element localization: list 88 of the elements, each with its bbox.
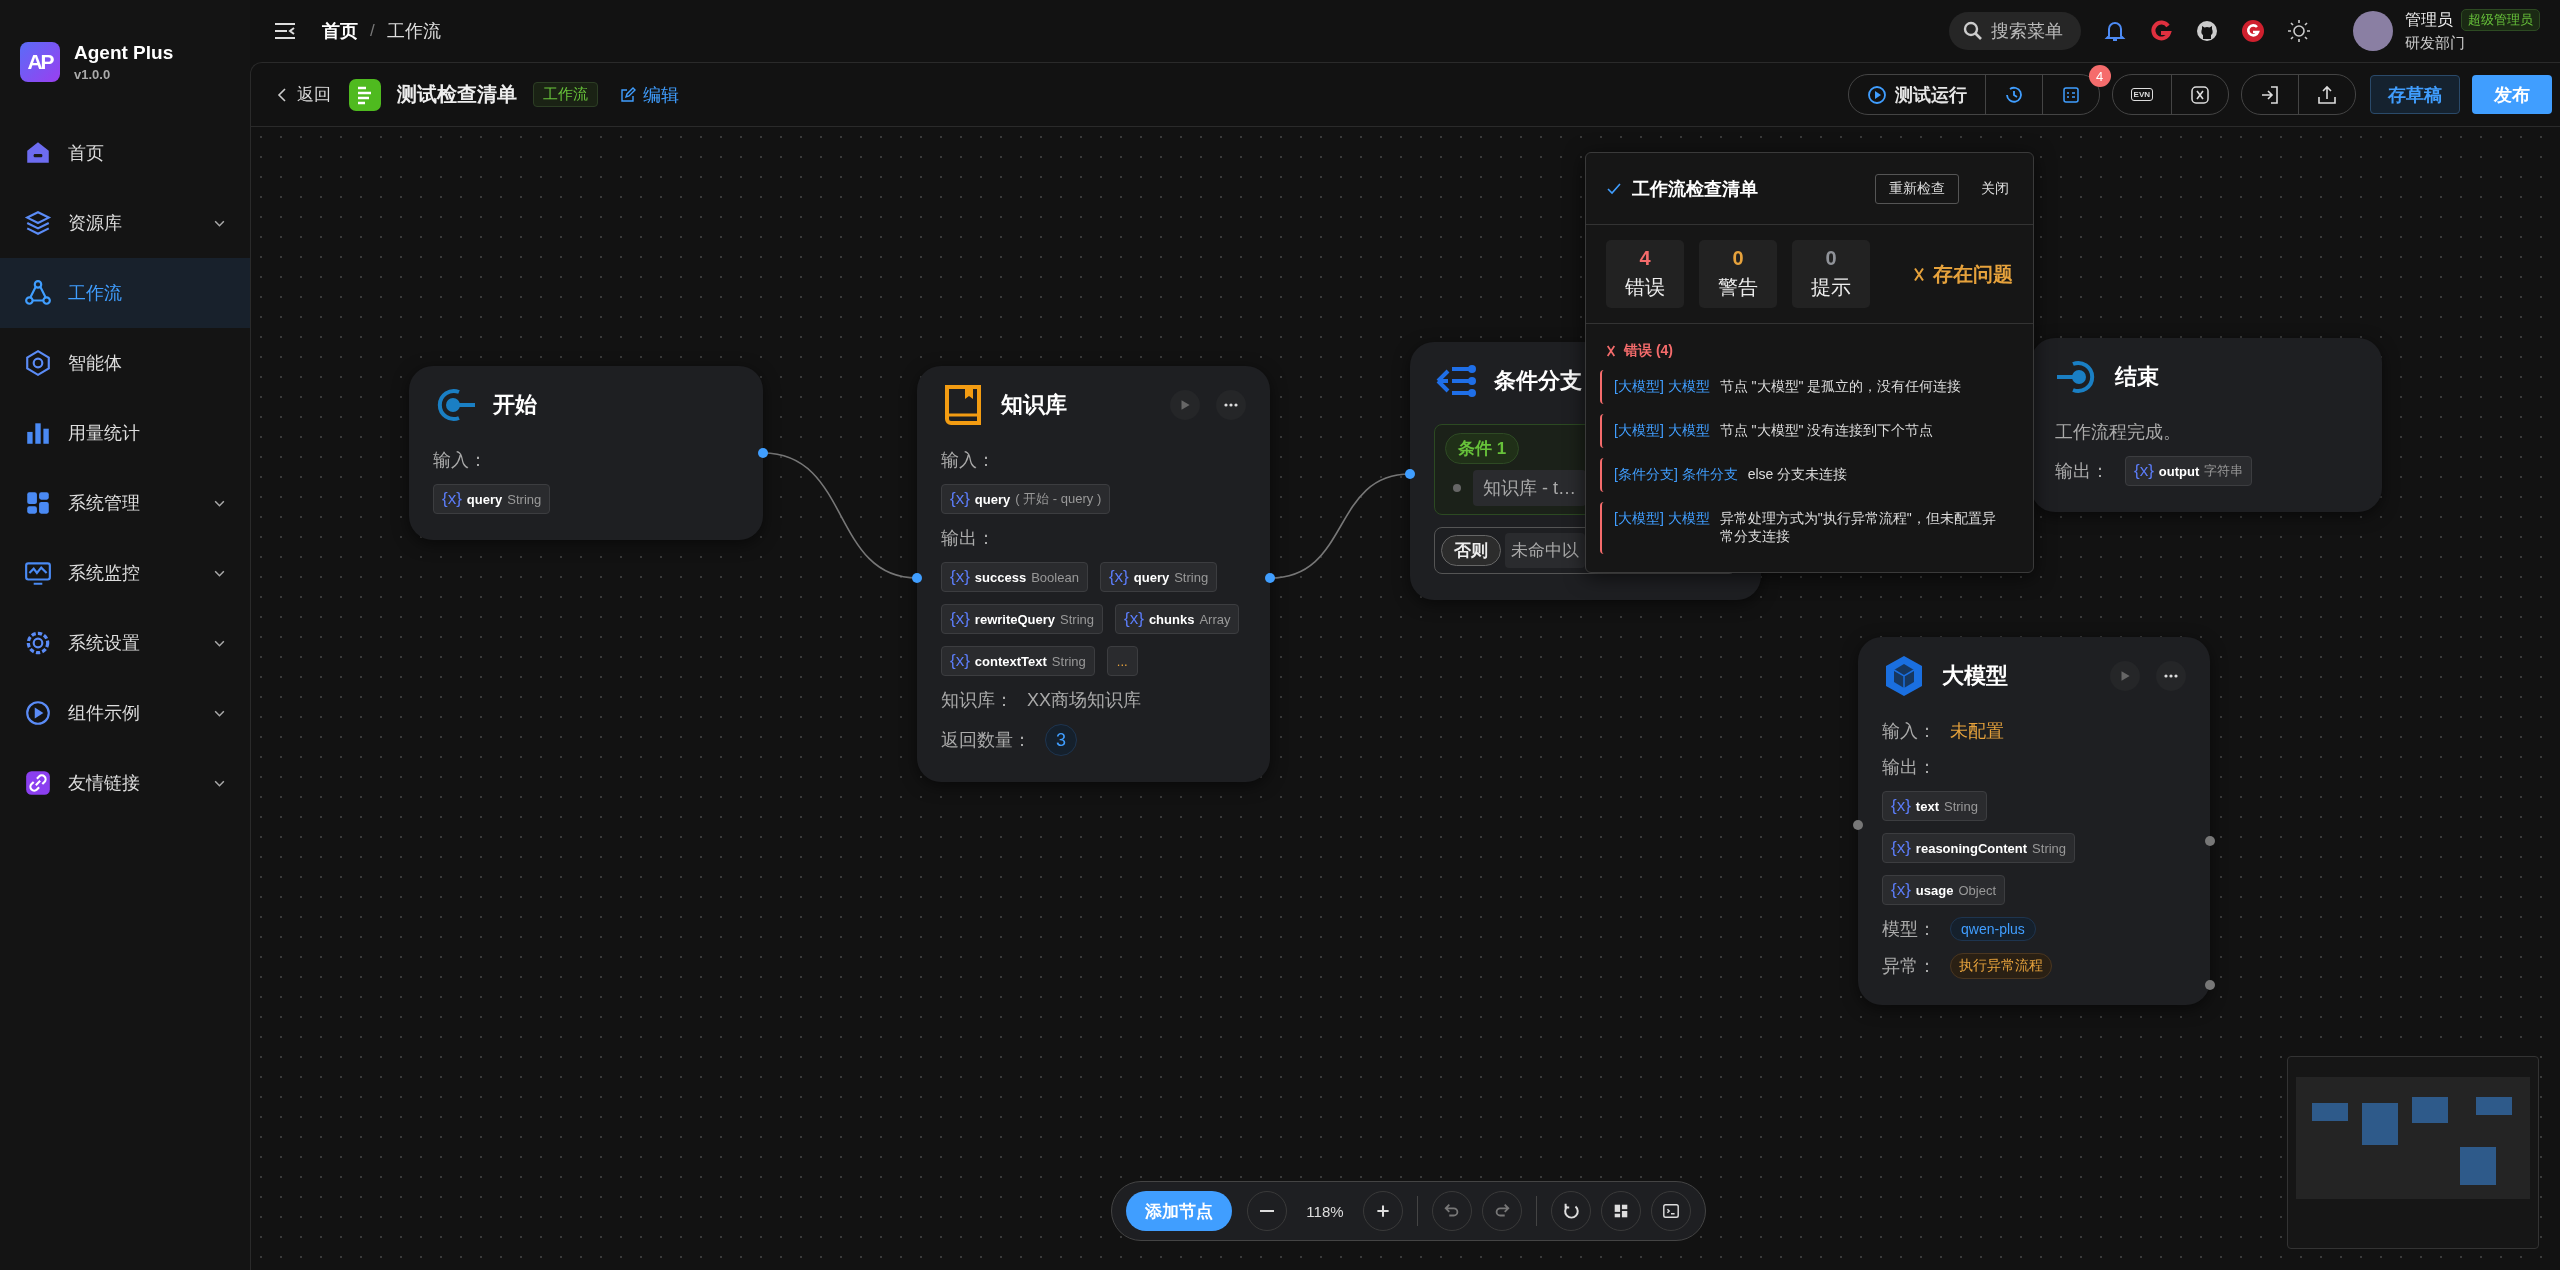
issue-message: 节点 "大模型" 是孤立的，没有任何连接	[1719, 378, 1962, 396]
variable-symbol: {x}	[1124, 609, 1144, 629]
node-title: 条件分支	[1494, 367, 1582, 395]
branch-label: 否则	[1441, 535, 1501, 566]
variable-type: ( 开始 - query )	[1015, 490, 1102, 508]
variable-name: text	[1915, 798, 1939, 814]
stat-label: 错误	[1625, 275, 1665, 300]
field-label: 输出：	[2055, 460, 2109, 483]
field-label: 模型：	[1882, 918, 1936, 941]
variable-name: query	[466, 491, 503, 507]
field-label: 知识库：	[941, 689, 1013, 712]
node-title: 大模型	[1942, 662, 2008, 690]
stat-count: 4	[1639, 247, 1651, 270]
app-logo: AP	[20, 42, 60, 82]
stat-count: 0	[1732, 247, 1744, 270]
variable-symbol: {x}	[950, 651, 970, 671]
field-label: 输出：	[1882, 756, 1936, 779]
notification-badge: 4	[2088, 65, 2111, 87]
app-version: v1.0.0	[74, 67, 112, 82]
variable-type: String	[1051, 653, 1086, 669]
variable-type: String	[1060, 611, 1095, 627]
issue-source: [条件分支] 条件分支	[1614, 466, 1738, 484]
variable-type: String	[507, 491, 542, 507]
field-value: XX商场知识库	[1027, 689, 1141, 712]
field-label: 返回数量：	[941, 729, 1031, 752]
breadcrumb-item: 工作流	[386, 20, 441, 43]
variable-symbol: {x}	[950, 489, 970, 509]
variable-symbol: {x}	[950, 567, 970, 587]
variable-name: usage	[1915, 882, 1954, 898]
variable-name: query	[1133, 569, 1170, 585]
role-tag: 超级管理员	[2461, 9, 2540, 31]
variable-symbol: {x}	[950, 609, 970, 629]
stat-count: 0	[1825, 247, 1837, 270]
variable-type: Array	[1199, 611, 1231, 627]
field-label: 输入：	[941, 449, 995, 472]
type-tag: 工作流	[533, 82, 598, 107]
variable-symbol: {x}	[442, 489, 462, 509]
field-value: 未配置	[1950, 720, 2004, 743]
issue-source: [大模型] 大模型	[1614, 378, 1710, 396]
branch-condition: 未命中以	[1505, 533, 1585, 568]
issue-message: 节点 "大模型" 没有连接到下个节点	[1719, 422, 1934, 440]
variable-type: Boolean	[1031, 569, 1079, 585]
workflow-title: 测试检查清单	[397, 82, 517, 107]
node-title: 知识库	[1001, 391, 1067, 419]
variable-symbol: {x}	[1108, 567, 1129, 587]
variable-symbol: {x}	[1891, 880, 1911, 900]
variable-type: String	[1944, 798, 1978, 814]
variable-symbol: {x}	[2134, 461, 2154, 481]
variable-name: output	[2158, 463, 2200, 479]
node-title: 结束	[2115, 363, 2159, 391]
model-tag: qwen-plus	[1950, 917, 2036, 941]
issue-message: else 分支未连接	[1747, 466, 1848, 484]
user-name: 管理员	[2405, 9, 2453, 30]
variable-symbol: {x}	[1891, 838, 1911, 858]
variable-name: rewriteQuery	[974, 611, 1056, 627]
breadcrumb-separator: /	[370, 21, 375, 41]
popup-title: 工作流检查清单	[1632, 177, 1759, 201]
variable-name: reasoningContent	[1915, 840, 2028, 856]
issue-source: [大模型] 大模型	[1614, 422, 1710, 440]
status-text: 存在问题	[1933, 261, 2013, 287]
zoom-level: 118%	[1305, 1202, 1345, 1220]
app-name: Agent Plus	[74, 42, 174, 64]
count-badge: 3	[1045, 724, 1077, 756]
variable-type: String	[1174, 569, 1209, 585]
search-placeholder: 搜索菜单	[1991, 20, 2063, 43]
stat-label: 提示	[1811, 275, 1851, 300]
branch-label: 条件 1	[1445, 433, 1520, 464]
variable-name: chunks	[1148, 611, 1195, 627]
field-label: 异常：	[1882, 955, 1936, 978]
field-label: 输入：	[1882, 720, 1936, 743]
variable-name: contextText	[974, 653, 1047, 669]
variable-name: success	[974, 569, 1027, 585]
field-label: 输入：	[433, 449, 487, 472]
issue-source: [大模型] 大模型	[1614, 510, 1710, 528]
node-title: 开始	[493, 391, 537, 419]
field-label: 输出：	[941, 527, 995, 550]
variable-type: String	[2032, 840, 2067, 856]
section-title: 错误 (4)	[1624, 342, 1673, 360]
variable-symbol: {x}	[1891, 796, 1911, 816]
stat-label: 警告	[1718, 275, 1758, 300]
variable-type: Object	[1958, 882, 1996, 898]
variable-name: query	[974, 491, 1011, 507]
error-mode-tag: 执行异常流程	[1950, 953, 2052, 979]
node-description: 工作流程完成。	[2055, 421, 2182, 444]
user-department: 研发部门	[2405, 34, 2466, 53]
variable-type: 字符串	[2204, 462, 2244, 480]
branch-condition: 知识库 - t…	[1473, 470, 1586, 506]
issue-message: 异常处理方式为"执行异常流程"，但未配置异常分支连接	[1719, 510, 1997, 546]
